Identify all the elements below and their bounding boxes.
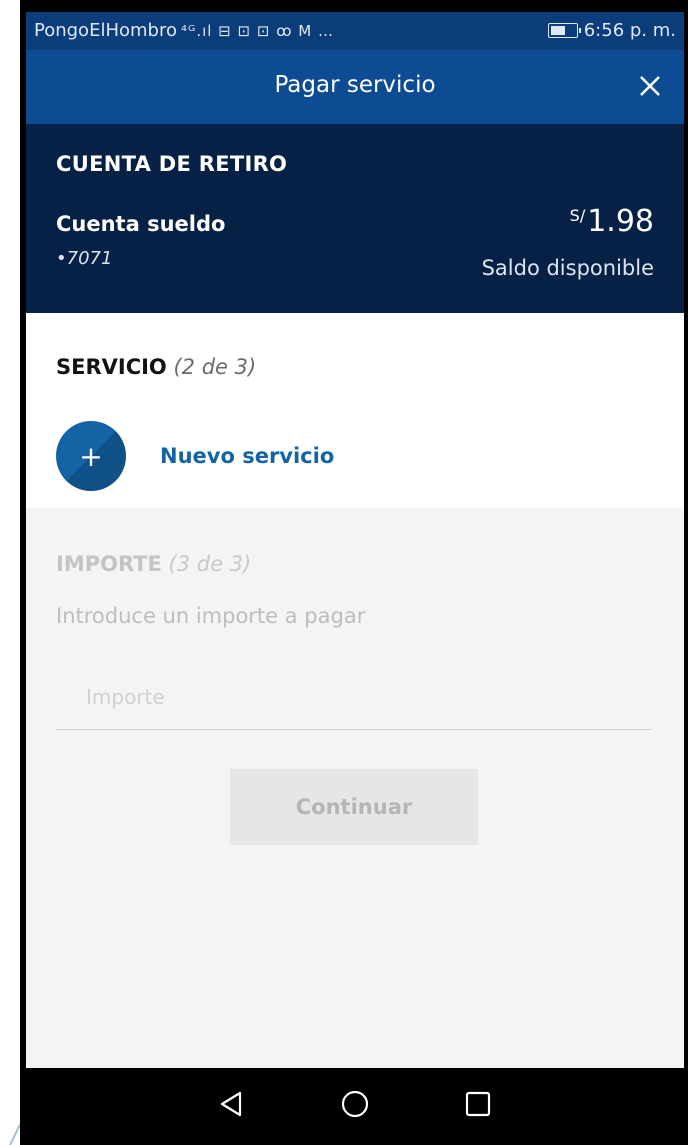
app-header: Pagar servicio: [26, 50, 684, 124]
withdrawal-account-card[interactable]: CUENTA DE RETIRO Cuenta sueldo •7071 S/ …: [26, 124, 684, 313]
android-nav-bar: [26, 1068, 684, 1140]
service-section-title: SERVICIO (2 de 3): [56, 355, 256, 379]
recents-square-icon: [465, 1091, 491, 1117]
app-screen: PongoElHombro ⁴ᴳ.ıl ⊟ ⊡ ⊡ ꝏ M … 6:56 p. …: [26, 12, 684, 1140]
page-title: Pagar servicio: [274, 72, 436, 98]
continue-button[interactable]: Continuar: [230, 769, 478, 845]
amount-section: IMPORTE (3 de 3) Introduce un importe a …: [26, 508, 684, 1068]
account-balance: S/ 1.98: [570, 204, 654, 239]
status-time: 6:56 p. m.: [583, 20, 676, 41]
service-step: (2 de 3): [173, 355, 257, 379]
new-service-button[interactable]: + Nuevo servicio: [56, 421, 334, 491]
balance-label: Saldo disponible: [481, 256, 654, 280]
status-indicators-icon: ⁴ᴳ.ıl ⊟ ⊡ ⊡ ꝏ M …: [180, 21, 334, 40]
close-icon: [640, 76, 660, 96]
home-circle-icon: [341, 1090, 369, 1118]
service-section: SERVICIO (2 de 3) + Nuevo servicio: [26, 313, 684, 508]
recents-button[interactable]: [458, 1084, 498, 1124]
status-right: 6:56 p. m.: [547, 20, 676, 41]
phone-frame: PongoElHombro ⁴ᴳ.ıl ⊟ ⊡ ⊡ ꝏ M … 6:56 p. …: [20, 0, 688, 1145]
status-bar: PongoElHombro ⁴ᴳ.ıl ⊟ ⊡ ⊡ ꝏ M … 6:56 p. …: [26, 12, 684, 50]
amount-step: (3 de 3): [168, 552, 252, 576]
close-button[interactable]: [632, 68, 668, 104]
back-button[interactable]: [212, 1084, 252, 1124]
amount-title: IMPORTE: [56, 552, 162, 576]
new-service-label[interactable]: Nuevo servicio: [160, 444, 334, 468]
status-left: PongoElHombro ⁴ᴳ.ıl ⊟ ⊡ ⊡ ꝏ M …: [34, 20, 334, 41]
home-button[interactable]: [335, 1084, 375, 1124]
plus-icon[interactable]: +: [56, 421, 126, 491]
account-name: Cuenta sueldo: [56, 212, 226, 236]
back-triangle-icon: [220, 1091, 242, 1117]
balance-amount: 1.98: [587, 204, 654, 239]
service-title: SERVICIO: [56, 355, 167, 379]
battery-icon: [547, 23, 581, 38]
account-section-title: CUENTA DE RETIRO: [56, 152, 288, 176]
carrier-name: PongoElHombro: [34, 20, 177, 41]
currency-symbol: S/: [569, 206, 586, 225]
amount-hint: Introduce un importe a pagar: [56, 604, 366, 628]
amount-input[interactable]: [56, 664, 652, 730]
amount-section-title: IMPORTE (3 de 3): [56, 552, 251, 576]
account-number: •7071: [56, 248, 113, 269]
